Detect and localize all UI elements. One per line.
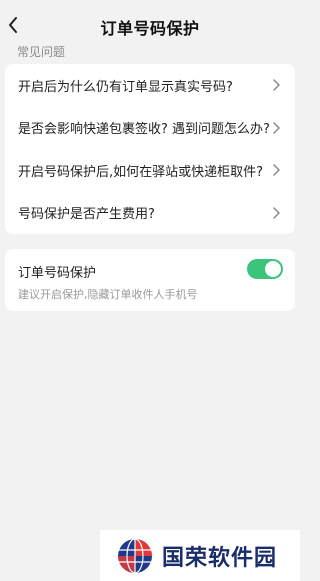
faq-item-label: 是否会影响快递包裹签收? 遇到问题怎么办? (18, 122, 270, 138)
protection-title: 订单号码保护 (18, 266, 97, 281)
faq-item-real-number[interactable]: 开启后为什么仍有订单显示真实号码? (5, 64, 295, 107)
chevron-right-icon (273, 79, 280, 91)
faq-item-fee[interactable]: 号码保护是否产生费用? (5, 192, 295, 235)
protection-card: 订单号码保护 建议开启保护,隐藏订单收件人手机号 (5, 249, 295, 311)
globe-logo-icon (118, 537, 152, 574)
faq-item-label: 开启后为什么仍有订单显示真实号码? (18, 79, 233, 95)
faq-item-label: 开启号码保护后,如何在驿站或快递柜取件? (18, 164, 264, 180)
chevron-right-icon (273, 122, 280, 134)
faq-section-label: 常见问题 (17, 45, 66, 59)
page-title: 订单号码保护 (100, 19, 200, 38)
watermark: 国荣软件园 (100, 530, 300, 581)
chevron-right-icon (273, 164, 280, 176)
page: 订单号码保护 常见问题 开启后为什么仍有订单显示真实号码? 是否会影响快递包裹签… (0, 0, 300, 581)
faq-item-pickup[interactable]: 开启号码保护后,如何在驿站或快递柜取件? (5, 149, 295, 192)
faq-item-label: 号码保护是否产生费用? (18, 207, 155, 223)
navbar: 订单号码保护 (0, 0, 300, 46)
watermark-text: 国荣软件园 (162, 545, 278, 571)
chevron-right-icon (273, 207, 280, 219)
faq-item-package-receipt[interactable]: 是否会影响快递包裹签收? 遇到问题怎么办? (5, 107, 295, 150)
protection-toggle[interactable] (247, 259, 283, 279)
toggle-knob (265, 261, 281, 277)
faq-card: 开启后为什么仍有订单显示真实号码? 是否会影响快递包裹签收? 遇到问题怎么办? … (5, 64, 295, 234)
protection-subtitle: 建议开启保护,隐藏订单收件人手机号 (18, 288, 198, 301)
